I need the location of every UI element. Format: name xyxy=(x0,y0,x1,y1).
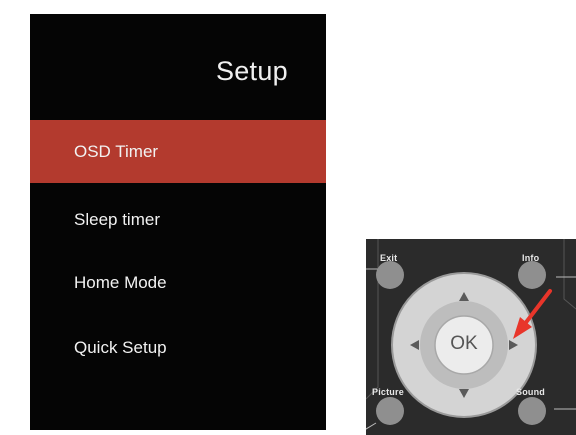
ok-button[interactable]: OK xyxy=(444,333,484,355)
picture-label: Picture xyxy=(372,387,404,397)
sound-label: Sound xyxy=(516,387,545,397)
remote-control: Exit Info Picture Sound OK xyxy=(366,239,576,435)
info-label: Info xyxy=(522,253,540,263)
menu-item-sleep-timer[interactable]: Sleep timer xyxy=(30,188,326,251)
menu-item-label: Quick Setup xyxy=(74,338,167,357)
info-button[interactable] xyxy=(518,261,546,289)
screenshot-stage: Setup OSD Timer Sleep timer Home Mode Qu… xyxy=(0,0,576,435)
exit-button[interactable] xyxy=(376,261,404,289)
menu-item-osd-timer[interactable]: OSD Timer xyxy=(30,120,326,183)
menu-item-quick-setup[interactable]: Quick Setup xyxy=(30,316,326,379)
menu-title: Setup xyxy=(215,56,288,86)
menu-item-label: Home Mode xyxy=(74,273,167,292)
menu-item-label: OSD Timer xyxy=(74,142,159,161)
picture-button[interactable] xyxy=(376,397,404,425)
setup-menu: Setup OSD Timer Sleep timer Home Mode Qu… xyxy=(30,14,326,430)
menu-item-label: Sleep timer xyxy=(74,210,160,229)
exit-label: Exit xyxy=(380,253,398,263)
sound-button[interactable] xyxy=(518,397,546,425)
menu-item-home-mode[interactable]: Home Mode xyxy=(30,251,326,314)
